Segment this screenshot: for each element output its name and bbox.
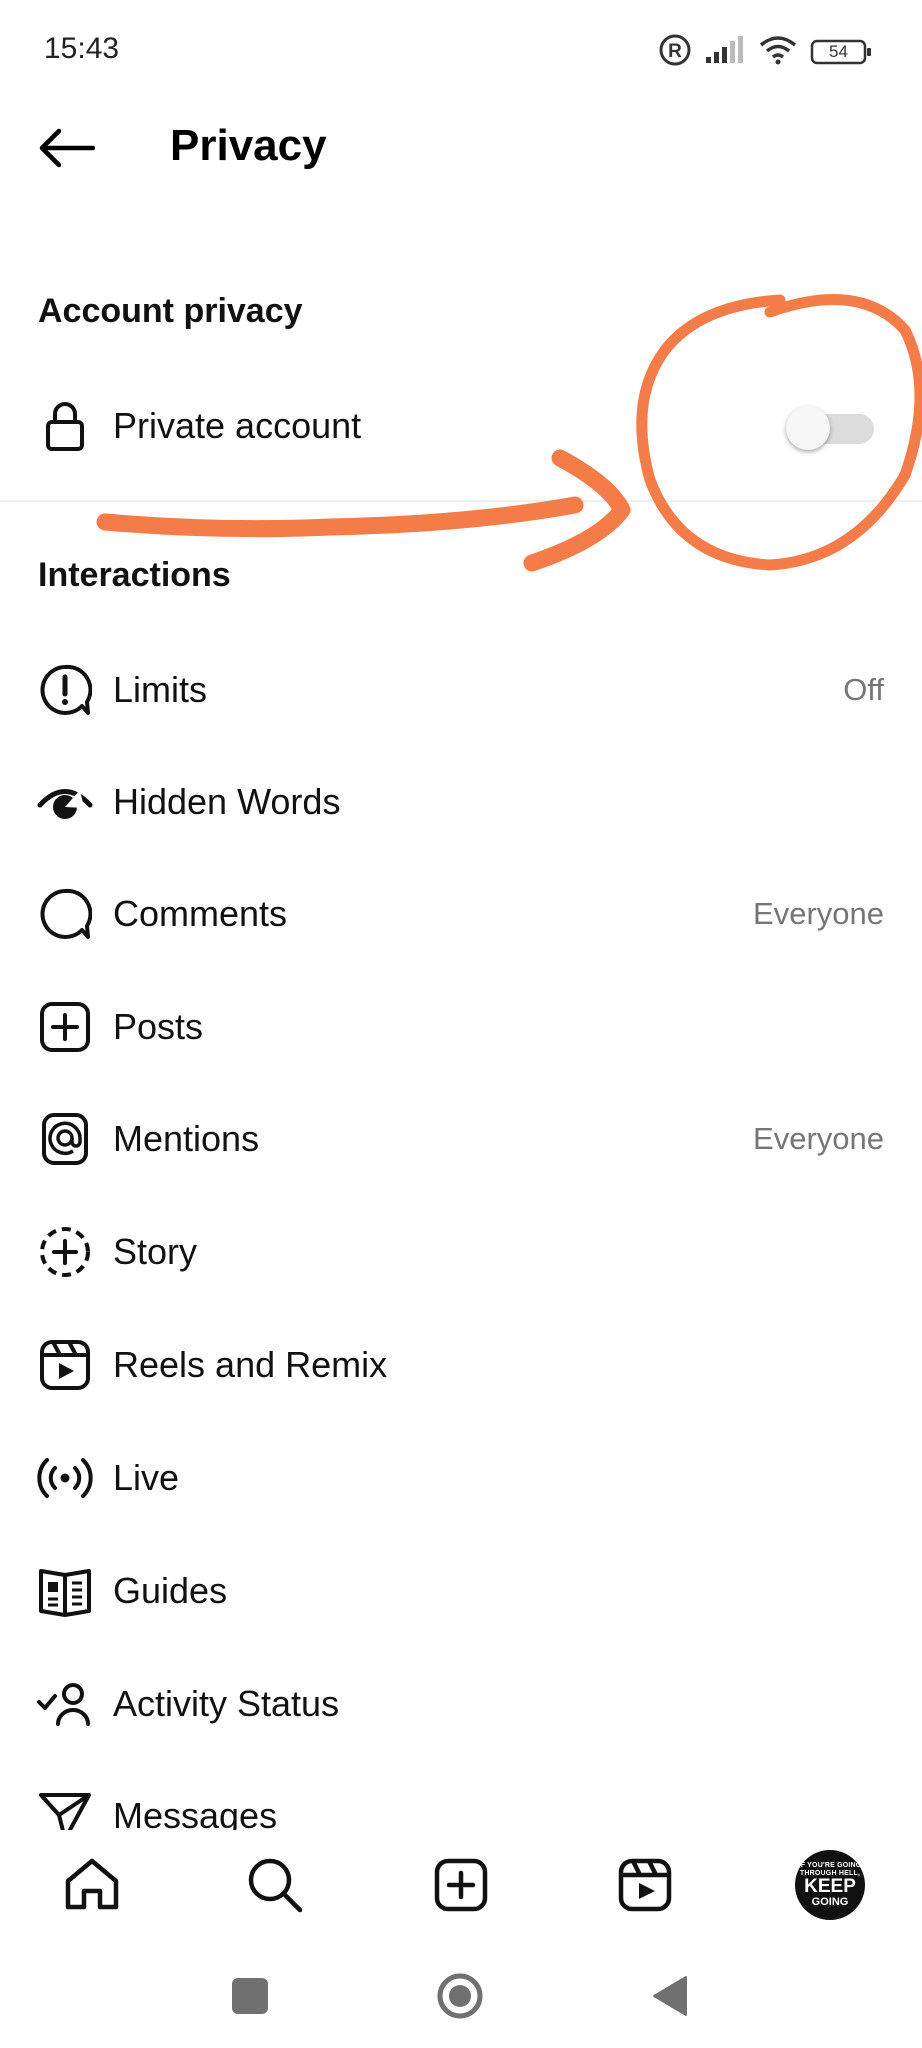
limits-icon [36,661,94,719]
registered-icon: R [658,33,692,72]
avatar-text-line4: GOING [811,1896,849,1908]
interaction-label: Guides [113,1570,228,1611]
signal-icon [704,35,746,70]
home-circle-icon[interactable] [436,1972,484,2020]
annotation-overlay [96,294,922,572]
interaction-value: Everyone [753,1121,884,1156]
interaction-value: Off [843,672,884,707]
reels-icon [618,1858,672,1912]
interaction-value: Everyone [753,896,884,931]
nav-home-button[interactable] [57,1850,127,1920]
toggle-knob [786,406,830,450]
interaction-label: Live [113,1457,180,1498]
nav-search-button[interactable] [240,1850,310,1920]
wifi-icon [758,35,798,70]
story-add-icon [36,1223,94,1281]
interaction-item-comments[interactable]: Comments Everyone [0,858,922,970]
interaction-label: Reels and Remix [113,1344,388,1385]
avatar-text-line3: KEEP [804,1876,856,1897]
status-icons: R 54 [658,30,872,74]
svg-text:R: R [668,41,682,62]
interaction-item-posts[interactable]: Posts [0,971,922,1083]
interaction-label: Story [113,1231,198,1272]
private-account-toggle[interactable] [784,404,876,452]
lock-icon [36,397,94,455]
battery-icon: 54 [810,38,872,66]
interaction-label: Hidden Words [113,781,341,822]
interaction-item-story[interactable]: Story [0,1196,922,1308]
arrow-left-icon [39,128,95,168]
reels-icon [36,1336,94,1394]
create-icon [434,1858,488,1912]
interaction-item-hidden-words[interactable]: Hidden Words [0,746,922,858]
interaction-label: Mentions [113,1118,260,1159]
guides-icon [36,1562,94,1620]
search-icon [248,1858,303,1913]
section-heading-account-privacy: Account privacy [38,292,303,330]
interaction-item-activity-status[interactable]: Activity Status [0,1648,922,1760]
interaction-label: Comments [113,893,288,934]
interaction-item-guides[interactable]: Guides [0,1535,922,1647]
system-nav-bar [0,1950,922,2048]
profile-avatar: IF YOU'RE GOING THROUGH HELL, KEEP GOING [795,1850,865,1920]
nav-create-button[interactable] [426,1850,496,1920]
nav-profile-button[interactable]: IF YOU'RE GOING THROUGH HELL, KEEP GOING [795,1850,865,1920]
hidden-words-icon [36,773,94,831]
back-button[interactable] [36,118,96,178]
battery-level: 54 [829,42,848,61]
interaction-label: Limits [113,669,208,710]
interaction-label: Activity Status [113,1683,340,1724]
status-time: 15:43 [44,32,120,65]
page-title: Privacy [170,121,327,170]
interaction-item-live[interactable]: Live [0,1422,922,1534]
divider [0,500,922,502]
interaction-item-mentions[interactable]: Mentions Everyone [0,1083,922,1195]
home-icon [65,1858,119,1910]
private-account-label: Private account [113,405,362,446]
nav-reels-button[interactable] [610,1850,680,1920]
interaction-label: Posts [113,1006,204,1047]
bottom-nav: IF YOU'RE GOING THROUGH HELL, KEEP GOING [0,1830,922,1940]
at-icon [36,1110,94,1168]
back-triangle-icon[interactable] [650,1974,690,2018]
activity-status-icon [36,1675,94,1733]
interaction-item-limits[interactable]: Limits Off [0,634,922,746]
live-icon [36,1449,94,1507]
avatar-text-line1: IF YOU'RE GOING [798,1862,862,1869]
comment-icon [36,885,94,943]
interaction-item-reels-and-remix[interactable]: Reels and Remix [0,1309,922,1421]
plus-square-icon [36,998,94,1056]
section-heading-interactions: Interactions [38,556,231,594]
recents-icon[interactable] [232,1978,268,2014]
